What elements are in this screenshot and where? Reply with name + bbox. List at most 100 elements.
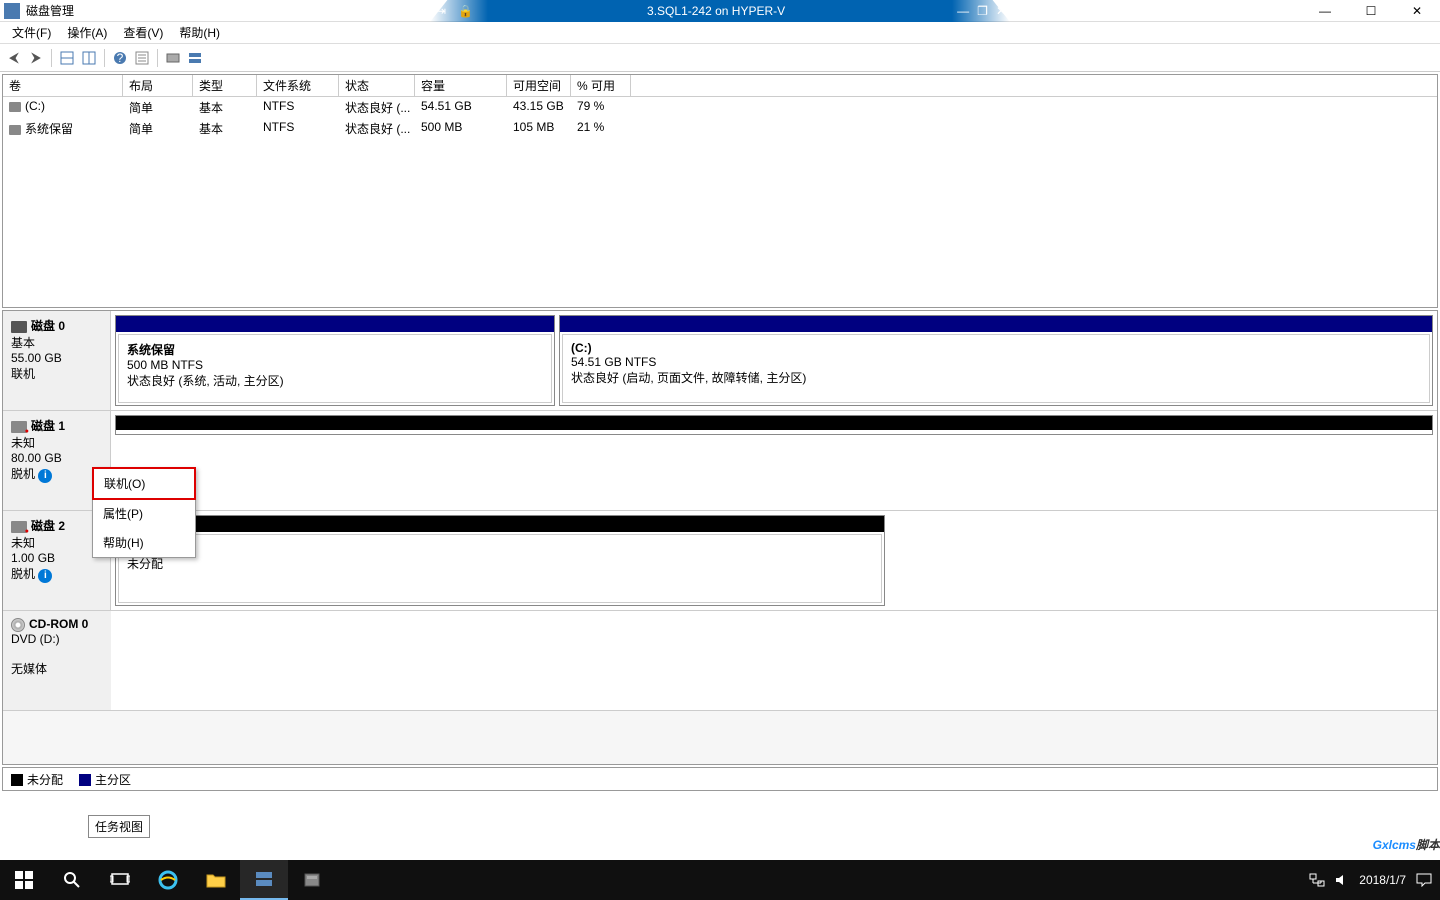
disk-row-2[interactable]: 磁盘 2 未知 1.00 GB 脱机 i 1.00 GB 未分配 [3, 511, 1437, 611]
menu-view[interactable]: 查看(V) [115, 22, 171, 43]
disk-state: 无媒体 [11, 660, 103, 677]
legend-swatch-black [11, 774, 23, 786]
hyperv-close-button[interactable]: ✕ [996, 4, 1006, 18]
info-icon[interactable]: i [38, 569, 52, 583]
partition-system-reserved[interactable]: 系统保留 500 MB NTFS 状态良好 (系统, 活动, 主分区) [115, 315, 555, 406]
table-row[interactable]: (C:) 简单 基本 NTFS 状态良好 (... 54.51 GB 43.15… [3, 97, 1437, 118]
disk-type: 未知 [11, 434, 102, 451]
taskbar-explorer[interactable] [192, 860, 240, 900]
ctx-help[interactable]: 帮助(H) [93, 528, 195, 557]
vol-label: 系统保留 [25, 122, 73, 136]
col-type[interactable]: 类型 [193, 75, 257, 96]
search-button[interactable] [48, 860, 96, 900]
partition-stripe [116, 416, 1432, 430]
hyperv-restore-button[interactable]: ❐ [977, 4, 988, 18]
help-button[interactable]: ? [110, 48, 130, 68]
ctx-online[interactable]: 联机(O) [92, 467, 196, 500]
vol-icon [166, 51, 180, 65]
context-menu: 联机(O) 属性(P) 帮助(H) [92, 467, 196, 558]
col-layout[interactable]: 布局 [123, 75, 193, 96]
disk-size: 1.00 GB [11, 551, 102, 565]
partition-unallocated[interactable]: 1.00 GB 未分配 [115, 515, 885, 606]
nav-back-button[interactable]: ⮜ [4, 48, 24, 68]
col-free[interactable]: 可用空间 [507, 75, 571, 96]
nav-forward-button[interactable]: ⮞ [26, 48, 46, 68]
disk-state: 脱机 [11, 467, 35, 481]
toolbar-separator [104, 49, 105, 67]
legend-label: 主分区 [95, 773, 131, 787]
view-bottom-button[interactable] [79, 48, 99, 68]
pin-icon[interactable]: ⇥ [436, 4, 446, 18]
disk-state: 脱机 [11, 567, 35, 581]
partition-body: 1.00 GB 未分配 [118, 534, 882, 603]
hyperv-minimize-button[interactable]: — [957, 4, 969, 18]
disk-state: 联机 [11, 365, 102, 382]
close-icon: ✕ [1412, 4, 1422, 18]
menubar: 文件(F) 操作(A) 查看(V) 帮助(H) [0, 22, 1440, 44]
taskbar-server-manager[interactable] [288, 860, 336, 900]
graphical-view-button[interactable] [185, 48, 205, 68]
menu-file[interactable]: 文件(F) [4, 22, 59, 43]
window-minimize-button[interactable]: — [1302, 0, 1348, 22]
ctx-properties[interactable]: 属性(P) [93, 499, 195, 528]
disk-row-0[interactable]: 磁盘 0 基本 55.00 GB 联机 系统保留 500 MB NTFS 状态良… [3, 311, 1437, 411]
tray-network-icon[interactable] [1309, 873, 1325, 887]
col-filesystem[interactable]: 文件系统 [257, 75, 339, 96]
grid-icon [60, 51, 74, 65]
info-icon[interactable]: i [38, 469, 52, 483]
cell-status: 状态良好 (... [339, 118, 415, 139]
menu-help[interactable]: 帮助(H) [171, 22, 228, 43]
volume-icon [9, 102, 21, 112]
table-header: 卷 布局 类型 文件系统 状态 容量 可用空间 % 可用 [3, 75, 1437, 97]
table-row[interactable]: 系统保留 简单 基本 NTFS 状态良好 (... 500 MB 105 MB … [3, 118, 1437, 139]
disk-icon [188, 51, 202, 65]
disk-row-1[interactable]: 磁盘 1 未知 80.00 GB 脱机 i [3, 411, 1437, 511]
tray-action-center-icon[interactable] [1416, 873, 1432, 887]
partition-body: (C:) 54.51 GB NTFS 状态良好 (启动, 页面文件, 故障转储,… [562, 334, 1430, 403]
vol-label: (C:) [25, 99, 45, 113]
col-status[interactable]: 状态 [339, 75, 415, 96]
disk-name: 磁盘 0 [31, 319, 65, 333]
partition-unallocated[interactable] [115, 415, 1433, 435]
legend-unallocated: 未分配 [11, 771, 63, 788]
cell-cap: 54.51 GB [415, 97, 507, 118]
partition-stripe [560, 316, 1432, 332]
windows-icon [15, 871, 33, 889]
list-icon [135, 51, 149, 65]
lock-icon[interactable]: 🔒 [458, 4, 473, 18]
arrow-right-icon: ⮞ [31, 49, 41, 66]
cell-layout: 简单 [123, 97, 193, 118]
system-tray: 2018/1/7 [1309, 873, 1440, 887]
properties-button[interactable] [132, 48, 152, 68]
window-controls: — ☐ ✕ [1302, 0, 1440, 22]
menu-action[interactable]: 操作(A) [59, 22, 115, 43]
cdrom-icon [11, 618, 25, 632]
window-close-button[interactable]: ✕ [1394, 0, 1440, 22]
hyperv-title: 3.SQL1-242 on HYPER-V [479, 4, 953, 18]
start-button[interactable] [0, 860, 48, 900]
cell-vol: 系统保留 [3, 118, 123, 139]
view-top-button[interactable] [57, 48, 77, 68]
partition-status: 状态良好 (系统, 活动, 主分区) [127, 374, 284, 388]
volume-list-button[interactable] [163, 48, 183, 68]
col-percent[interactable]: % 可用 [571, 75, 631, 96]
tray-date[interactable]: 2018/1/7 [1359, 873, 1406, 887]
grid2-icon [82, 51, 96, 65]
window-maximize-button[interactable]: ☐ [1348, 0, 1394, 22]
taskbar-ie[interactable] [144, 860, 192, 900]
partition-status: 未分配 [127, 557, 163, 571]
toolbar-separator [51, 49, 52, 67]
legend-label: 未分配 [27, 773, 63, 787]
col-volume[interactable]: 卷 [3, 75, 123, 96]
diskmgmt-icon [254, 870, 274, 888]
taskview-button[interactable] [96, 860, 144, 900]
cell-layout: 简单 [123, 118, 193, 139]
disk-row-cdrom[interactable]: CD-ROM 0 DVD (D:) 无媒体 [3, 611, 1437, 711]
partition-c-drive[interactable]: (C:) 54.51 GB NTFS 状态良好 (启动, 页面文件, 故障转储,… [559, 315, 1433, 406]
col-capacity[interactable]: 容量 [415, 75, 507, 96]
disk-size: 55.00 GB [11, 351, 102, 365]
taskbar-diskmgmt[interactable] [240, 860, 288, 900]
table-body: (C:) 简单 基本 NTFS 状态良好 (... 54.51 GB 43.15… [3, 97, 1437, 307]
network-icon [1309, 873, 1325, 887]
tray-volume-icon[interactable] [1335, 873, 1349, 887]
